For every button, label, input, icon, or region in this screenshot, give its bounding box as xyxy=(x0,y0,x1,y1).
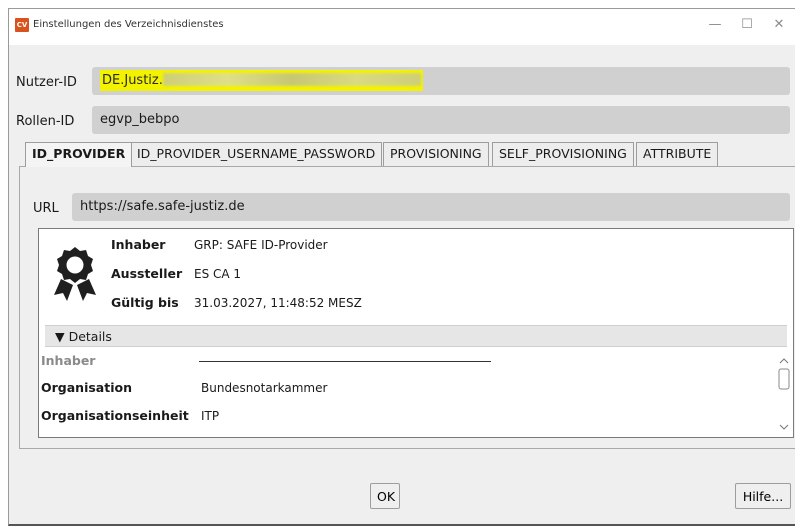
window-title: Einstellungen des Verzeichnisdienstes xyxy=(33,19,224,30)
rollen-id-value: egvp_bebpo xyxy=(100,112,180,127)
tab-attribute[interactable]: ATTRIBUTE xyxy=(636,142,719,166)
detail-organisationseinheit-label: Organisationseinheit xyxy=(41,408,189,423)
certificate-box: Inhaber GRP: SAFE ID-Provider Aussteller… xyxy=(38,228,794,438)
rollen-id-field[interactable]: egvp_bebpo xyxy=(92,106,790,134)
cert-gueltig-label: Gültig bis xyxy=(111,295,179,310)
certificate-badge-icon xyxy=(54,247,96,301)
redacted-text xyxy=(162,73,421,86)
maximize-button[interactable]: ☐ xyxy=(737,17,757,33)
detail-inhaber-label: Inhaber xyxy=(41,353,96,368)
app-icon: CV xyxy=(15,18,29,32)
url-value: https://safe.safe-justiz.de xyxy=(80,199,245,214)
scrollbar-graphic xyxy=(778,358,790,430)
detail-inhaber-separator xyxy=(199,361,491,362)
cert-inhaber-label: Inhaber xyxy=(111,237,166,252)
ok-button[interactable]: OK xyxy=(370,483,400,509)
close-button[interactable]: ✕ xyxy=(769,17,789,33)
url-field[interactable]: https://safe.safe-justiz.de xyxy=(72,193,790,221)
nutzer-id-label: Nutzer-ID xyxy=(16,75,77,90)
nutzer-id-value: DE.Justiz. xyxy=(102,73,163,88)
cert-aussteller-value: ES CA 1 xyxy=(194,267,242,281)
tab-id-provider-username-password[interactable]: ID_PROVIDER_USERNAME_PASSWORD xyxy=(130,142,383,166)
url-label: URL xyxy=(33,201,59,216)
cert-gueltig-value: 31.03.2027, 11:48:52 MESZ xyxy=(194,296,362,310)
tab-self-provisioning[interactable]: SELF_PROVISIONING xyxy=(492,142,634,166)
nutzer-id-field[interactable]: DE.Justiz. xyxy=(92,67,790,95)
details-scrollbar[interactable] xyxy=(777,355,791,433)
settings-dialog: CV Einstellungen des Verzeichnisdienstes… xyxy=(8,8,795,526)
detail-organisation-label: Organisation xyxy=(41,380,132,395)
help-button[interactable]: Hilfe... xyxy=(735,483,791,509)
cert-aussteller-label: Aussteller xyxy=(111,266,183,281)
title-bar[interactable]: CV Einstellungen des Verzeichnisdienstes… xyxy=(9,9,795,45)
nutzer-id-highlight: DE.Justiz. xyxy=(100,70,423,91)
details-toggle[interactable]: ▼ Details xyxy=(45,325,787,347)
cert-inhaber-value: GRP: SAFE ID-Provider xyxy=(194,238,328,252)
tab-panel-id-provider: URL https://safe.safe-justiz.de Inhaber … xyxy=(19,166,795,449)
detail-organisation-value: Bundesnotarkammer xyxy=(201,381,328,395)
tab-provisioning[interactable]: PROVISIONING xyxy=(383,142,489,166)
rollen-id-label: Rollen-ID xyxy=(16,114,75,129)
tab-id-provider[interactable]: ID_PROVIDER xyxy=(25,142,133,167)
detail-organisationseinheit-value: ITP xyxy=(201,409,220,423)
minimize-button[interactable]: — xyxy=(705,17,725,33)
